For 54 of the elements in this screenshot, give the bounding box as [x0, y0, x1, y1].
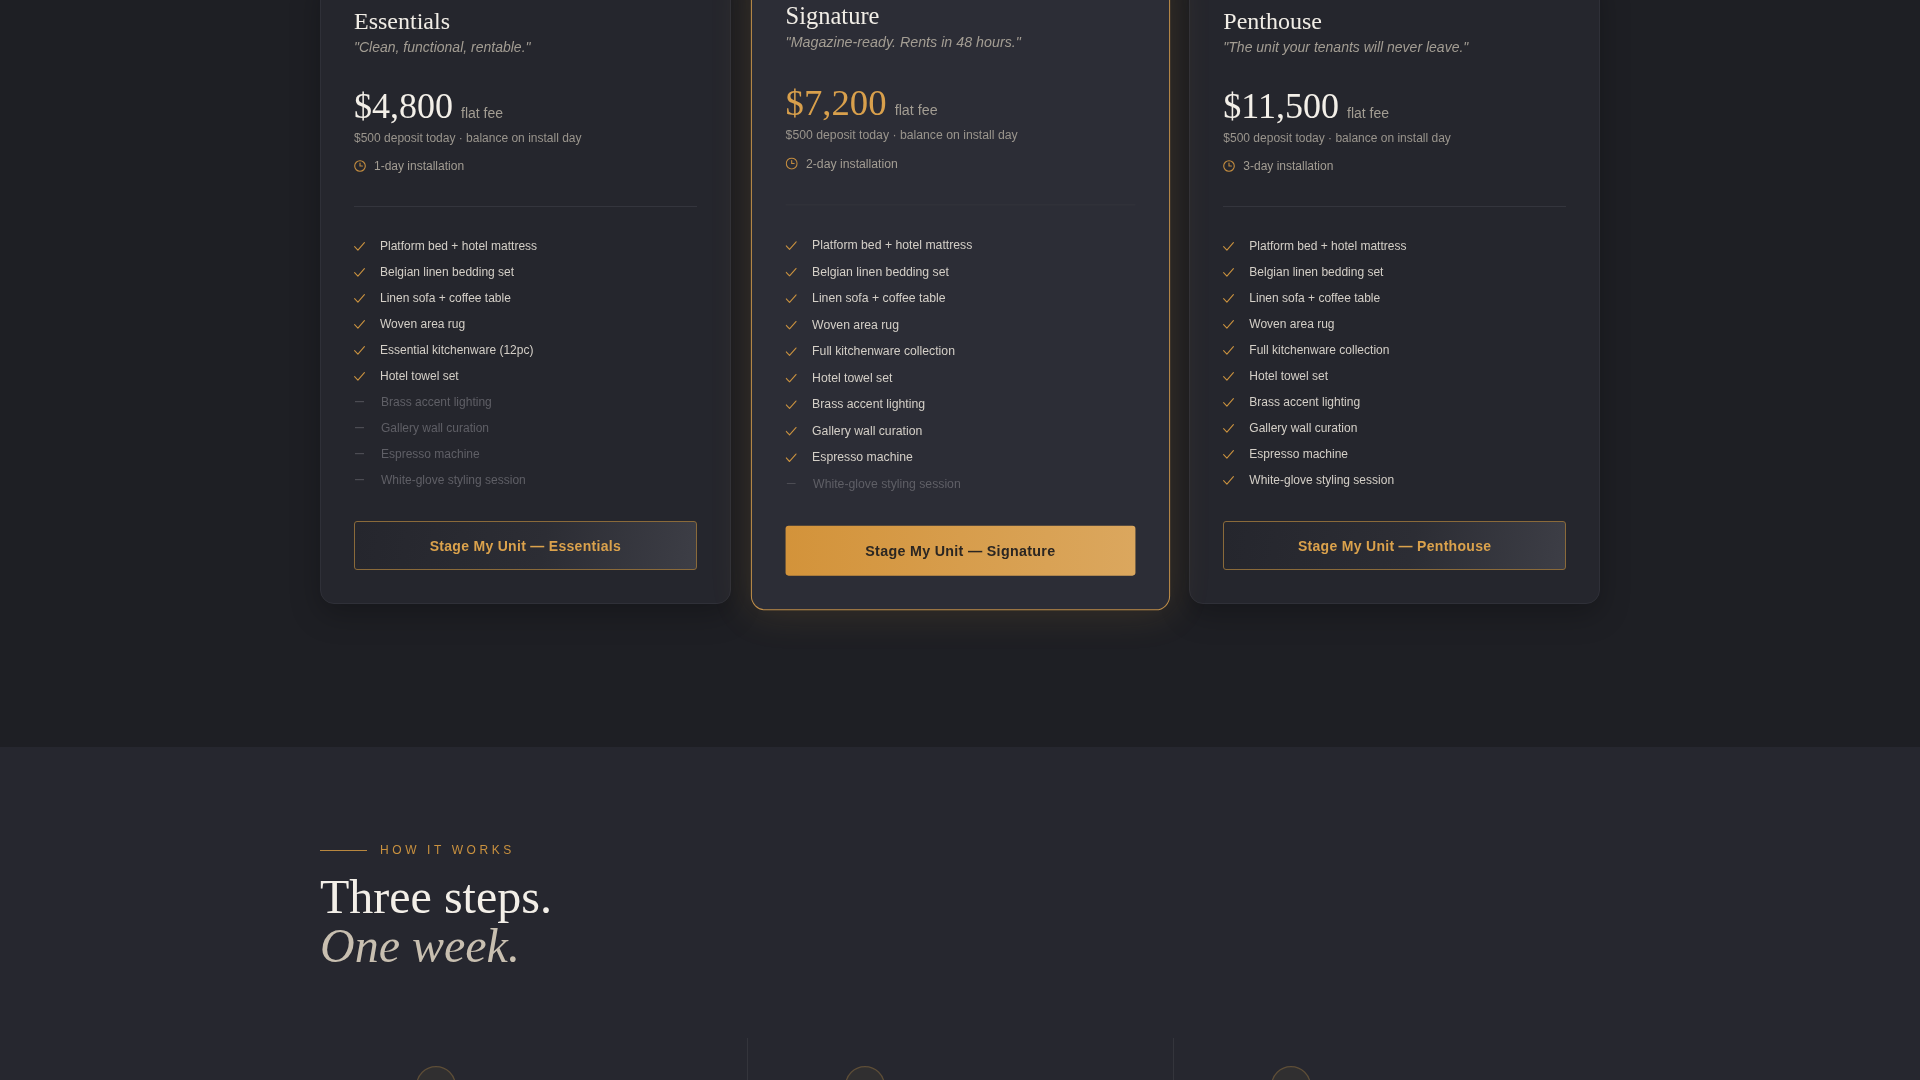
feature-label: Hotel towel set [811, 369, 893, 386]
plan-name: Signature [785, 1, 880, 30]
payment-note: $500 deposit today · balance on install day [354, 130, 582, 147]
feature-label: Linen sofa + coffee table [811, 290, 946, 307]
feature-label: Gallery wall curation [381, 420, 490, 436]
feature-label: Gallery wall curation [1249, 420, 1358, 436]
plan-price: $4,800 [354, 85, 453, 128]
price-unit: flat fee [894, 100, 938, 119]
feature-label: Woven area rug [811, 316, 899, 333]
plan-tagline: "Magazine-ready. Rents in 48 hours." [785, 33, 1021, 53]
feature-label: Full kitchenware collection [811, 343, 955, 360]
stage-button[interactable]: Stage My Unit — Essentials [354, 521, 697, 570]
feature-label: Essential kitchenware (12pc) [380, 342, 534, 358]
stage-button[interactable]: Stage My Unit — Signature [785, 525, 1135, 576]
plan-tagline: "The unit your tenants will never leave." [1223, 38, 1469, 57]
plan-name: Penthouse [1223, 7, 1322, 35]
feature-label: Espresso machine [381, 446, 480, 462]
feature-label: Platform bed + hotel mattress [1249, 238, 1407, 254]
feature-label: Belgian linen bedding set [380, 264, 515, 280]
feature-label: Belgian linen bedding set [1249, 264, 1384, 280]
price-unit: flat fee [461, 104, 504, 122]
clock-icon [354, 160, 366, 172]
feature-label: Woven area rug [380, 316, 466, 332]
feature-label: Woven area rug [1249, 316, 1335, 332]
feature-label: Platform bed + hotel mattress [380, 238, 538, 254]
installation-time: 1-day installation [374, 158, 465, 175]
installation-time: 2-day installation [805, 155, 898, 173]
feature-label: White-glove styling session [381, 472, 526, 488]
price-unit: flat fee [1347, 104, 1390, 122]
stage-button[interactable]: Stage My Unit — Penthouse [1223, 521, 1566, 570]
feature-label: Gallery wall curation [811, 422, 922, 439]
section-heading: Three steps. One week. [320, 872, 552, 970]
feature-label: Espresso machine [811, 449, 913, 466]
feature-label: Linen sofa + coffee table [380, 290, 511, 306]
feature-label: Platform bed + hotel mattress [811, 237, 972, 254]
feature-label: Brass accent lighting [1249, 394, 1361, 410]
feature-label: Hotel towel set [380, 368, 459, 384]
feature-label: White-glove styling session [1249, 472, 1395, 488]
clock-icon [785, 157, 798, 170]
section-eyebrow: HOW IT WORKS [380, 842, 515, 858]
payment-note: $500 deposit today · balance on install day [1223, 130, 1451, 147]
feature-label: Belgian linen bedding set [811, 263, 949, 280]
feature-label: Hotel towel set [1249, 368, 1329, 384]
plan-tagline: "Clean, functional, rentable." [354, 38, 531, 57]
feature-label: Espresso machine [1249, 446, 1349, 462]
plan-price: $7,200 [785, 80, 887, 125]
clock-icon [1223, 160, 1236, 172]
installation-time: 3-day installation [1243, 158, 1334, 175]
feature-label: Linen sofa + coffee table [1249, 290, 1381, 306]
feature-label: Brass accent lighting [811, 396, 925, 413]
payment-note: $500 deposit today · balance on install day [785, 126, 1018, 145]
plan-name: Essentials [354, 7, 450, 35]
feature-label: Full kitchenware collection [1249, 342, 1390, 358]
plan-price: $11,500 [1223, 85, 1339, 128]
